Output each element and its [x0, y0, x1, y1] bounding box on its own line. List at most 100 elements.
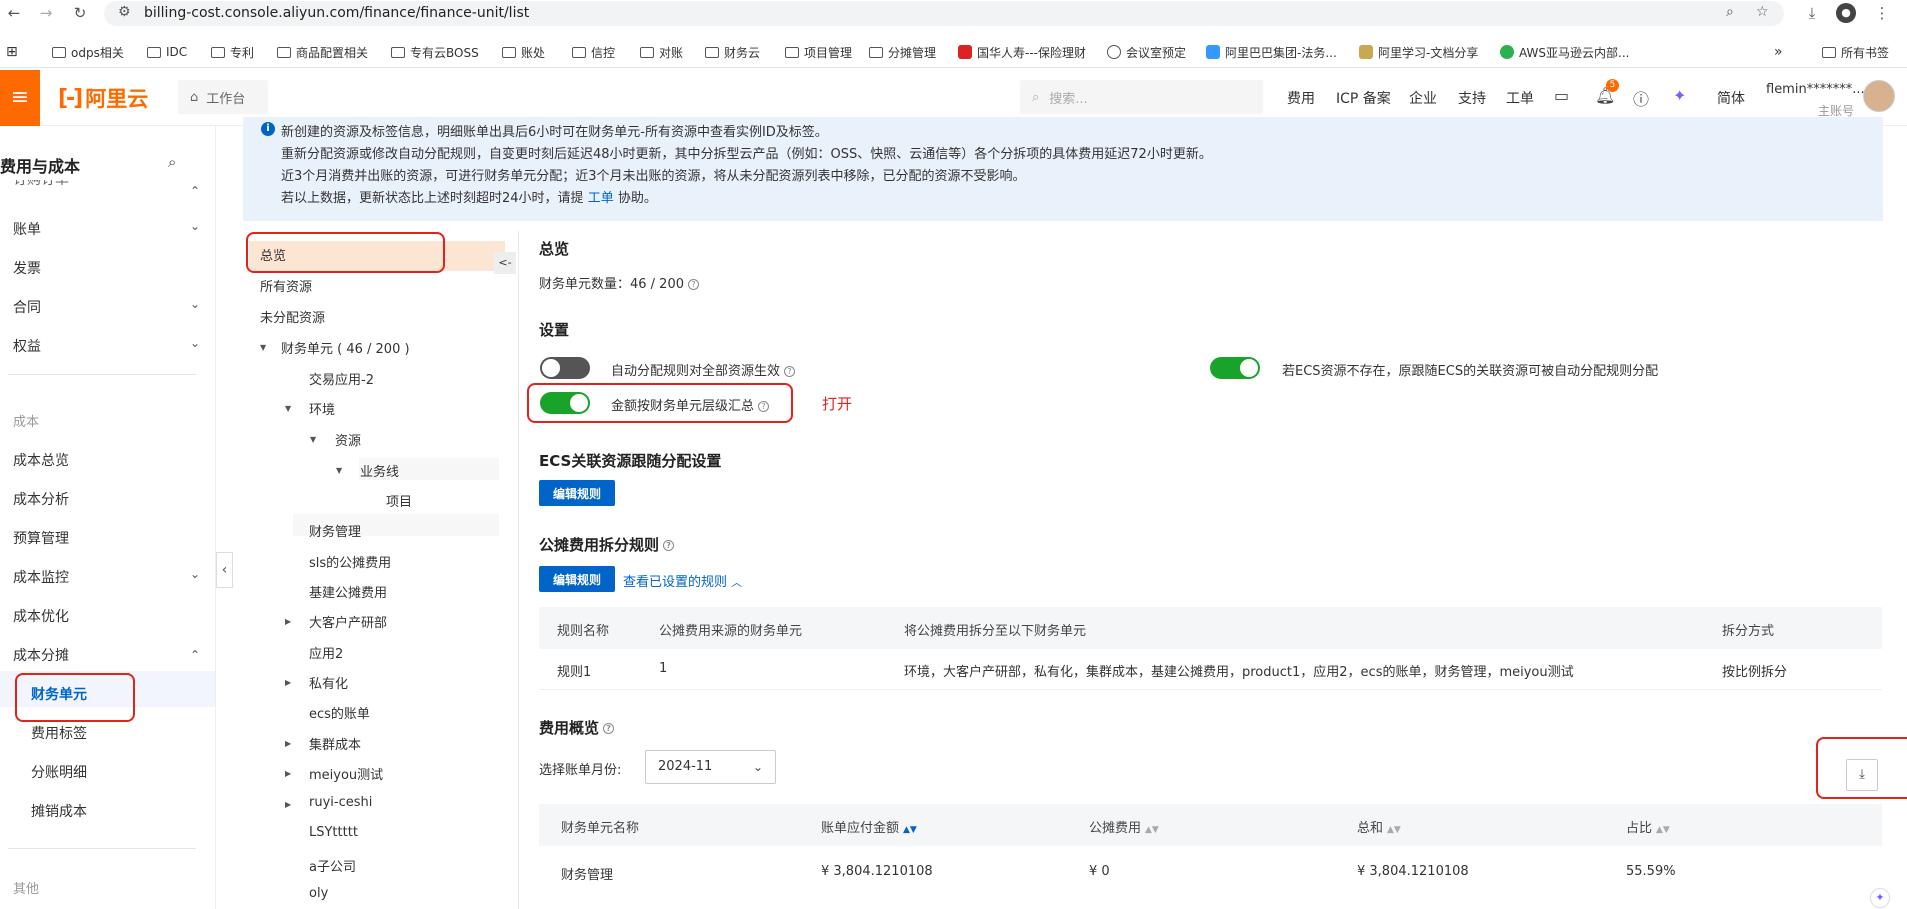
caret-down-icon[interactable]: ▼	[260, 343, 266, 352]
workbench-button[interactable]: ⌂ 工作台	[178, 80, 268, 114]
view-rules-link[interactable]: 查看已设置的规则 ︿	[623, 571, 742, 590]
sidebar-item-split-detail[interactable]: 分账明细	[31, 762, 87, 782]
caret-right-icon[interactable]: ▶	[285, 800, 291, 809]
username[interactable]: flemin*******...	[1766, 82, 1865, 97]
caret-right-icon[interactable]: ▶	[285, 678, 291, 687]
tree-node[interactable]: 交易应用-2	[309, 369, 374, 388]
month-select[interactable]: 2024-11 ⌄	[645, 750, 776, 784]
hamburger-menu-icon[interactable]: ≡	[0, 70, 40, 126]
more-bookmarks[interactable]: »	[1774, 42, 1783, 62]
ticket-link[interactable]: 工单	[588, 191, 614, 206]
bookmark[interactable]: 阿里巴巴集团-法务...	[1206, 42, 1337, 62]
terminal-icon[interactable]: ▭	[1554, 86, 1569, 105]
chevron-down-icon[interactable]: ⌄	[190, 297, 200, 311]
tree-node[interactable]: 大客户产研部	[309, 612, 387, 631]
bookmark[interactable]: 专利	[211, 42, 254, 62]
bookmark[interactable]: odps相关	[52, 42, 124, 62]
sidebar-item-cost-overview[interactable]: 成本总览	[13, 450, 69, 470]
sidebar-item-cost-tags[interactable]: 费用标签	[31, 723, 87, 743]
menu-icon[interactable]: ⋮	[1872, 3, 1892, 23]
aliyun-logo[interactable]: [-] 阿里云	[58, 84, 148, 112]
ecs-missing-toggle[interactable]	[1210, 357, 1260, 379]
profile-icon[interactable]: ●	[1836, 3, 1856, 23]
sidebar-item-cost-monitor[interactable]: 成本监控	[13, 567, 69, 587]
reload-icon[interactable]: ↻	[70, 3, 90, 23]
tree-item-unallocated[interactable]: 未分配资源	[260, 307, 325, 326]
tree-node[interactable]: oly	[309, 886, 328, 901]
column-header-sortable[interactable]: 总和 ▲▼	[1357, 817, 1401, 836]
nav-ticket[interactable]: 工单	[1506, 88, 1534, 108]
tree-node[interactable]: 项目	[386, 491, 412, 510]
tree-node[interactable]: a子公司	[309, 856, 356, 875]
sidebar-item-cost-analysis[interactable]: 成本分析	[13, 489, 69, 509]
tree-node[interactable]: 应用2	[309, 643, 343, 662]
tree-node[interactable]: 财务管理	[309, 521, 361, 540]
site-info-icon[interactable]: ⚙	[118, 4, 131, 20]
ai-helper-icon[interactable]: ✦	[1870, 888, 1890, 908]
bookmark[interactable]: 专有云BOSS	[391, 42, 479, 62]
bookmark[interactable]: AWS亚马逊云内部...	[1500, 42, 1629, 62]
sidebar-item-benefits[interactable]: 权益	[13, 336, 41, 356]
nav-icp[interactable]: ICP 备案	[1336, 88, 1391, 108]
global-search-input[interactable]: ⌕ 搜索...	[1020, 80, 1263, 114]
tree-item-all-resources[interactable]: 所有资源	[260, 276, 312, 295]
column-header-sortable[interactable]: 占比 ▲▼	[1626, 817, 1670, 836]
tree-node[interactable]: 业务线	[360, 461, 399, 480]
sidebar-item-cost-optimize[interactable]: 成本优化	[13, 606, 69, 626]
nav-enterprise[interactable]: 企业	[1409, 88, 1437, 108]
edit-split-rule-button[interactable]: 编辑规则	[539, 566, 615, 592]
chevron-down-icon[interactable]: ⌄	[190, 336, 200, 350]
bookmark[interactable]: 商品配置相关	[277, 42, 368, 62]
help-icon[interactable]: ?	[688, 279, 699, 290]
help-icon[interactable]: ?	[663, 540, 675, 551]
avatar[interactable]	[1863, 80, 1895, 112]
sidebar-item-orders[interactable]: 订购订单	[13, 180, 69, 190]
tree-collapse-button[interactable]: <-	[494, 252, 516, 274]
bookmark[interactable]: 对账	[640, 42, 683, 62]
nav-support[interactable]: 支持	[1458, 88, 1486, 108]
help-icon[interactable]: ⓘ	[1633, 86, 1649, 110]
nav-billing[interactable]: 费用	[1287, 88, 1315, 108]
sidebar-item-budget[interactable]: 预算管理	[13, 528, 69, 548]
tree-node[interactable]: 集群成本	[309, 734, 361, 753]
download-icon[interactable]: ⤓	[1802, 3, 1822, 23]
bookmark[interactable]: 信控	[572, 42, 615, 62]
help-icon[interactable]: ?	[603, 723, 615, 734]
zoom-icon[interactable]: ⌕	[1726, 4, 1734, 20]
tree-node[interactable]: 环境	[309, 399, 335, 418]
all-bookmarks[interactable]: 所有书签	[1822, 42, 1889, 62]
sidebar-item-bills[interactable]: 账单	[13, 219, 41, 239]
sidebar-item-cost-allocation[interactable]: 成本分摊	[13, 645, 69, 665]
bookmark[interactable]: 财务云	[705, 42, 760, 62]
sidebar-search-icon[interactable]: ⌕	[168, 153, 176, 171]
chevron-up-icon[interactable]: ⌃	[190, 184, 200, 198]
sidebar-item-amortized[interactable]: 摊销成本	[31, 801, 87, 821]
caret-down-icon[interactable]: ▼	[285, 404, 291, 413]
address-bar[interactable]: ⚙ billing-cost.console.aliyun.com/financ…	[104, 1, 1784, 26]
apps-icon[interactable]: ⊞	[6, 42, 18, 62]
bookmark[interactable]: 阿里学习-文档分享	[1359, 42, 1478, 62]
caret-right-icon[interactable]: ▶	[285, 617, 291, 626]
back-icon[interactable]: ←	[4, 3, 24, 23]
tree-node[interactable]: ruyi-ceshi	[309, 795, 372, 810]
column-header-sortable[interactable]: 账单应付金额 ▲▼	[821, 817, 917, 836]
forward-icon[interactable]: →	[36, 3, 56, 23]
bookmark-star-icon[interactable]: ☆	[1756, 4, 1769, 20]
auto-rule-toggle[interactable]	[540, 357, 590, 379]
tree-node[interactable]: meiyou测试	[309, 764, 383, 783]
chevron-down-icon[interactable]: ⌄	[190, 219, 200, 233]
bookmark[interactable]: 账处	[502, 42, 545, 62]
tree-node[interactable]: 私有化	[309, 673, 348, 692]
bookmark[interactable]: 项目管理	[785, 42, 852, 62]
bookmark[interactable]: 会议室预定	[1107, 42, 1186, 62]
bookmark[interactable]: 国华人寿---保险理财	[958, 42, 1086, 62]
help-icon[interactable]: ?	[784, 366, 796, 377]
tree-node[interactable]: 资源	[335, 430, 361, 449]
bookmark[interactable]: 分摊管理	[869, 42, 936, 62]
caret-down-icon[interactable]: ▼	[336, 466, 342, 475]
tree-node[interactable]: sls的公摊费用	[309, 552, 391, 571]
chevron-up-icon[interactable]: ⌃	[190, 648, 200, 662]
ai-assistant-icon[interactable]: ✦	[1673, 86, 1686, 105]
sidebar-collapse-button[interactable]: ‹	[216, 552, 233, 588]
chevron-down-icon[interactable]: ⌄	[190, 567, 200, 581]
